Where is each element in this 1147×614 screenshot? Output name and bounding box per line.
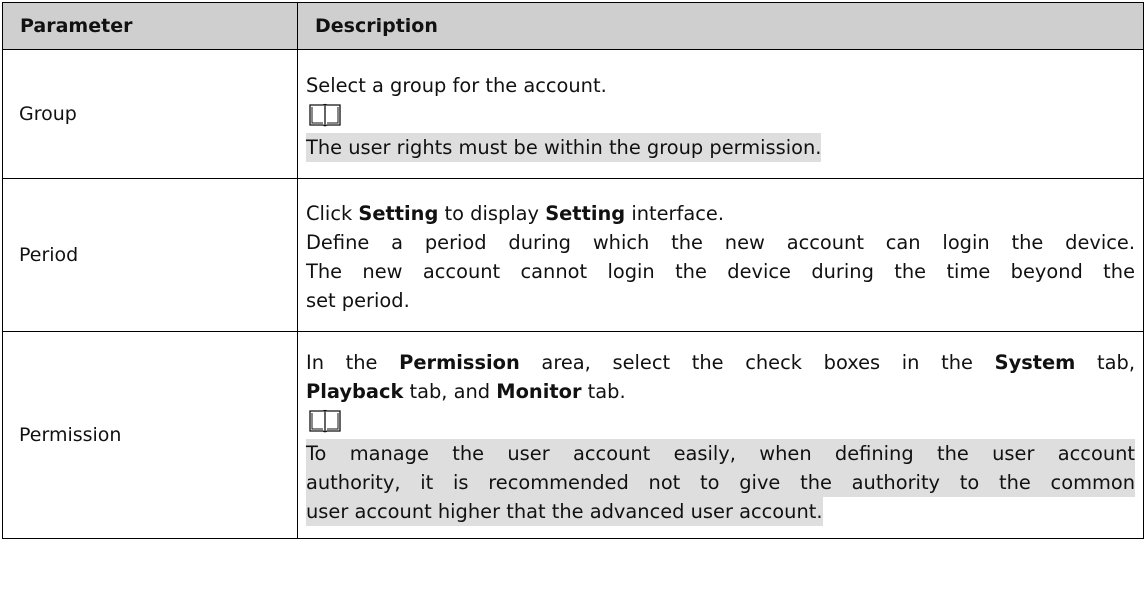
table-row-permission: Permission In the Permission area, selec… [2,331,1144,539]
bold-term-playback: Playback [306,380,404,403]
param-name-permission: Permission [2,331,298,539]
text-run: area, select the check boxes in the [519,351,995,374]
description-permission: In the Permission area, select the check… [297,331,1144,539]
bold-term-setting: Setting [545,202,626,225]
description-period: Click Setting to display Setting interfa… [297,178,1144,332]
text-run: Click [306,202,359,225]
header-description: Description [297,2,1144,50]
description-line: The new account cannot login the device … [306,260,1135,283]
param-name-group: Group [2,49,298,179]
table-row-group: Group Select a group for the account. Th… [2,49,1144,179]
text-run: In the [306,351,400,374]
text-run: tab, and [403,380,497,403]
text-run: interface. [625,202,724,225]
bold-term-permission: Permission [399,351,520,374]
text-run: tab, [1075,351,1136,374]
note-line: authority, it is recommended not to give… [306,468,1135,497]
bold-term-setting: Setting [358,202,439,225]
parameter-table: Parameter Description Group Select a gro… [2,2,1144,539]
bold-term-monitor: Monitor [496,380,582,403]
header-parameter: Parameter [2,2,298,50]
note-line: To manage the user account easily, when … [306,439,1135,468]
book-icon [306,102,1135,133]
description-text: Select a group for the account. [306,73,607,97]
description-line: Playback tab, and Monitor tab. [306,377,1135,406]
description-line: set period. [306,289,410,312]
description-group: Select a group for the account. The user… [297,49,1144,179]
table-row-period: Period Click Setting to display Setting … [2,178,1144,332]
book-icon [306,408,1135,439]
note-text: The user rights must be within the group… [306,132,822,162]
description-line: In the Permission area, select the check… [306,348,1135,377]
table-header-row: Parameter Description [2,2,1144,50]
param-name-period: Period [2,178,298,332]
text-run: to display [438,202,546,225]
text-run: tab. [581,380,626,403]
description-line: Click Setting to display Setting interfa… [306,199,1135,228]
description-line: Define a period during which the new acc… [306,231,1135,254]
note-line: user account higher that the advanced us… [306,497,823,526]
bold-term-system: System [994,351,1076,374]
